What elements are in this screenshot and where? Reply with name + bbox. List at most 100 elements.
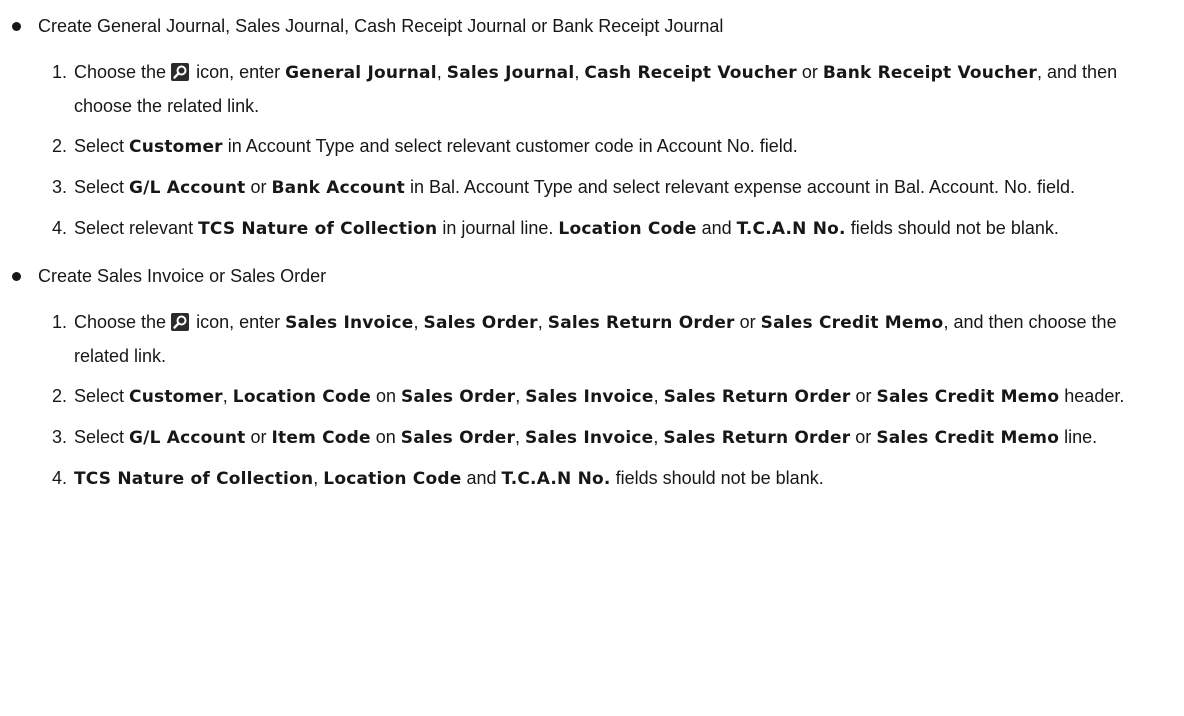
text-run: or: [245, 427, 272, 447]
ui-term: Cash Receipt Voucher: [584, 63, 797, 83]
ui-term: Location Code: [232, 387, 371, 407]
step-text: Select relevant TCS Nature of Collection…: [74, 218, 1059, 239]
step-number: 4.: [52, 468, 68, 488]
text-run: Select: [74, 427, 130, 447]
steps-list: 1. Choose the icon, enter Sales Invoice, …: [12, 306, 1184, 496]
step-item: 2. Select Customer in Account Type and se…: [52, 130, 1174, 164]
step-text: Select Customer in Account Type and sele…: [74, 136, 798, 157]
text-run: ,: [413, 312, 424, 332]
text-run: and: [461, 468, 502, 488]
text-run: line.: [1059, 427, 1098, 447]
ui-term: Sales Invoice: [525, 387, 654, 407]
bullet-dot: [12, 22, 21, 31]
step-item: 4. Select relevant TCS Nature of Collecti…: [52, 212, 1174, 246]
text-run: in Account Type and select relevant cust…: [222, 136, 798, 156]
text-run: Select relevant: [74, 218, 199, 238]
ui-term: Sales Invoice: [285, 313, 414, 333]
text-run: ,: [574, 62, 585, 82]
step-item: 3. Select G/L Account or Bank Account in …: [52, 171, 1174, 205]
section-heading: Create Sales Invoice or Sales Order: [38, 266, 327, 286]
search-icon: [171, 313, 190, 331]
ui-term: Customer: [129, 387, 223, 407]
text-run: ,: [515, 386, 526, 406]
ui-term: TCS Nature of Collection: [198, 219, 438, 239]
text-run: in Bal. Account Type and select relevant…: [404, 177, 1076, 197]
ui-term: Sales Credit Memo: [876, 428, 1060, 448]
search-icon: [171, 63, 190, 81]
step-text: Select G/L Account or Bank Account in Ba…: [74, 177, 1076, 198]
ui-term: Bank Receipt Voucher: [822, 63, 1038, 83]
ui-term: Sales Order: [423, 313, 538, 333]
text-run: in journal line.: [437, 218, 559, 238]
steps-list: 1. Choose the icon, enter General Journal…: [12, 56, 1184, 246]
step-item: 1. Choose the icon, enter General Journal…: [52, 56, 1174, 123]
text-run: ,: [515, 427, 526, 447]
ui-term: Sales Invoice: [525, 428, 654, 448]
text-run: or: [796, 62, 823, 82]
ui-term: Sales Journal: [446, 63, 575, 83]
text-run: Select: [74, 136, 130, 156]
section-journals: Create General Journal, Sales Journal, C…: [12, 6, 1184, 246]
ui-term: T.C.A.N No.: [501, 469, 611, 489]
text-run: Choose the: [74, 312, 172, 332]
step-text: TCS Nature of Collection, Location Code …: [74, 468, 824, 489]
text-run: or: [850, 386, 877, 406]
ui-term: Sales Credit Memo: [760, 313, 944, 333]
ui-term: TCS Nature of Collection: [74, 469, 314, 489]
section-sales-documents: Create Sales Invoice or Sales Order 1. Ch…: [12, 256, 1184, 496]
step-text: Choose the icon, enter Sales Invoice, Sa…: [74, 312, 1117, 366]
text-run: ,: [313, 468, 324, 488]
ui-term: Location Code: [558, 219, 697, 239]
step-text: Select Customer, Location Code on Sales …: [74, 386, 1125, 407]
document-body: Create General Journal, Sales Journal, C…: [0, 0, 1184, 716]
text-run: or: [245, 177, 272, 197]
ui-term: Customer: [129, 137, 223, 157]
step-number: 1.: [52, 62, 68, 82]
text-run: header.: [1059, 386, 1125, 406]
step-number: 4.: [52, 218, 68, 238]
text-run: on: [370, 427, 401, 447]
text-run: on: [370, 386, 401, 406]
text-run: ,: [653, 386, 664, 406]
ui-term: Sales Credit Memo: [876, 387, 1060, 407]
text-run: icon, enter: [191, 62, 286, 82]
step-number: 1.: [52, 312, 68, 332]
text-run: ,: [537, 312, 548, 332]
ui-term: Item Code: [271, 428, 371, 448]
text-run: ,: [222, 386, 233, 406]
ui-term: Sales Return Order: [663, 387, 851, 407]
text-run: or: [850, 427, 877, 447]
ui-term: Location Code: [323, 469, 462, 489]
ui-term: Sales Order: [400, 428, 516, 448]
step-item: 3. Select G/L Account or Item Code on Sal…: [52, 421, 1174, 455]
ui-term: Sales Return Order: [663, 428, 851, 448]
step-text: Choose the icon, enter General Journal, …: [74, 62, 1117, 116]
ui-term: G/L Account: [129, 428, 246, 448]
step-text: Select G/L Account or Item Code on Sales…: [74, 427, 1098, 448]
step-number: 2.: [52, 386, 68, 406]
ui-term: General Journal: [285, 63, 437, 83]
text-run: ,: [436, 62, 447, 82]
text-run: icon, enter: [191, 312, 286, 332]
bullet-dot: [12, 272, 21, 281]
ui-term: G/L Account: [129, 178, 246, 198]
ui-term: Sales Return Order: [547, 313, 735, 333]
text-run: fields should not be blank.: [845, 218, 1059, 238]
text-run: Select: [74, 386, 130, 406]
bullet-item: Create Sales Invoice or Sales Order: [12, 256, 1184, 296]
step-number: 2.: [52, 136, 68, 156]
step-number: 3.: [52, 177, 68, 197]
section-heading: Create General Journal, Sales Journal, C…: [38, 16, 724, 36]
bullet-item: Create General Journal, Sales Journal, C…: [12, 6, 1184, 46]
step-number: 3.: [52, 427, 68, 447]
text-run: ,: [653, 427, 664, 447]
ui-term: T.C.A.N No.: [736, 219, 846, 239]
step-item: 2. Select Customer, Location Code on Sale…: [52, 380, 1174, 414]
text-run: Choose the: [74, 62, 172, 82]
text-run: fields should not be blank.: [610, 468, 824, 488]
ui-term: Bank Account: [271, 178, 405, 198]
step-item: 1. Choose the icon, enter Sales Invoice, …: [52, 306, 1174, 373]
text-run: or: [734, 312, 761, 332]
step-item: 4. TCS Nature of Collection, Location Cod…: [52, 462, 1174, 496]
ui-term: Sales Order: [400, 387, 516, 407]
